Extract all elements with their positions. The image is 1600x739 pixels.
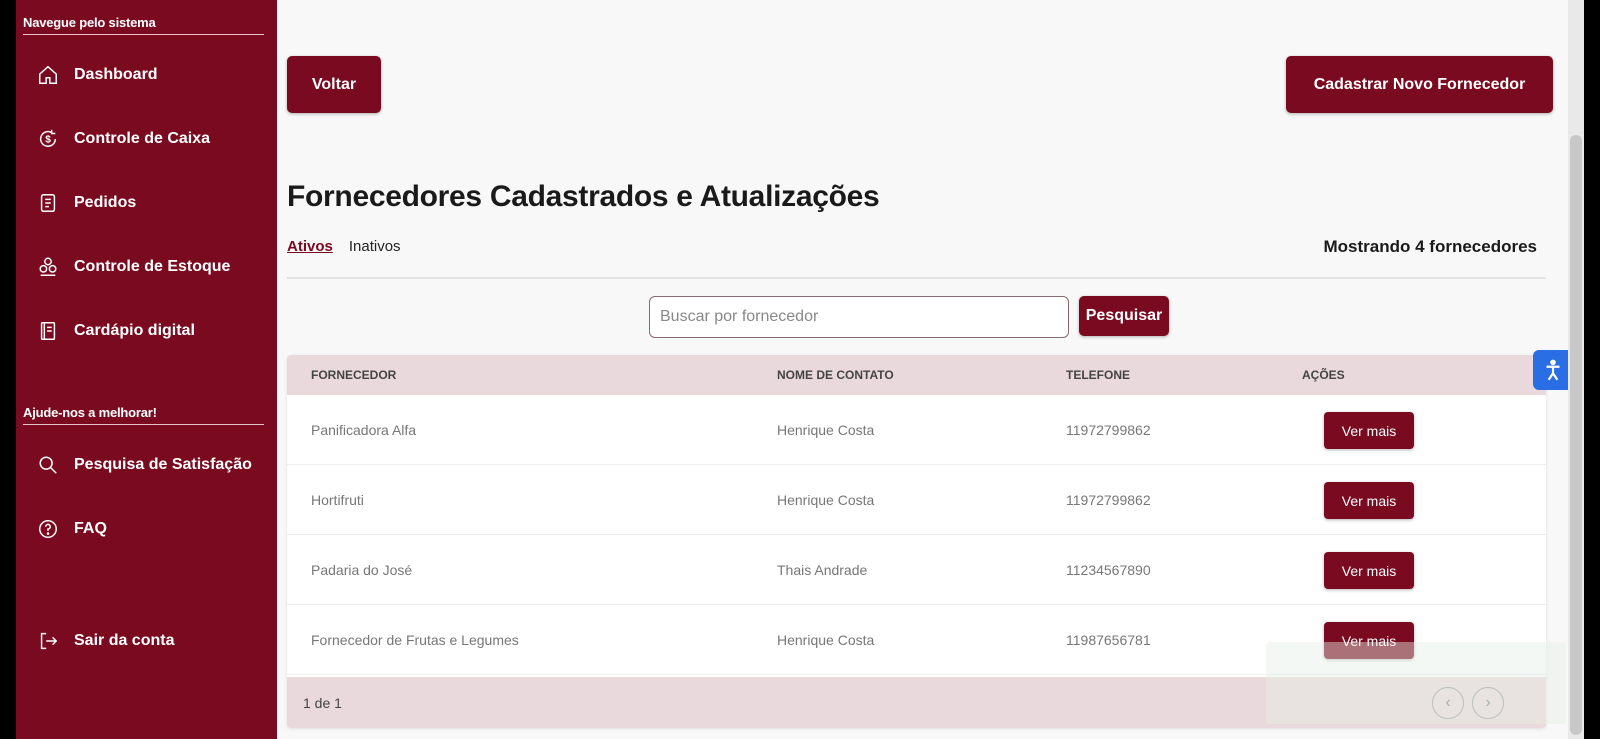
question-icon	[36, 517, 60, 541]
supplier-count: Mostrando 4 fornecedores	[1323, 237, 1538, 256]
phone-number: 11972799862	[1066, 492, 1151, 508]
sidebar-item-faq[interactable]: FAQ	[36, 509, 266, 549]
sidebar-item-label: Controle de Caixa	[74, 130, 211, 147]
phone-number: 11972799862	[1066, 422, 1151, 438]
svg-text:$: $	[45, 135, 51, 146]
toast-notification	[1266, 642, 1566, 724]
sidebar-divider	[23, 34, 264, 35]
sidebar-item-cardapio-digital[interactable]: Cardápio digital	[36, 311, 266, 351]
app-frame: Navegue pelo sistema Dashboard $ Control…	[16, 0, 1584, 739]
sidebar-item-label: FAQ	[74, 520, 107, 537]
search-icon	[36, 453, 60, 477]
tabs-divider	[287, 277, 1546, 279]
sidebar-item-label: Dashboard	[74, 66, 158, 83]
view-more-button[interactable]: Ver mais	[1324, 552, 1414, 589]
search-input[interactable]	[649, 296, 1069, 338]
menu-book-icon	[36, 319, 60, 343]
supplier-name: Hortifruti	[311, 492, 364, 508]
logout-label: Sair da conta	[74, 632, 175, 649]
scrollbar[interactable]	[1568, 0, 1584, 739]
sidebar-section-title: Navegue pelo sistema	[23, 15, 156, 30]
logout-button[interactable]: Sair da conta	[36, 621, 266, 661]
table-row: Panificadora Alfa Henrique Costa 1197279…	[287, 395, 1546, 465]
sidebar-item-pedidos[interactable]: Pedidos	[36, 183, 266, 223]
sidebar-item-controle-de-caixa[interactable]: $ Controle de Caixa	[36, 119, 266, 159]
phone-number: 11234567890	[1066, 562, 1151, 578]
logout-icon	[36, 629, 60, 653]
sidebar-item-dashboard[interactable]: Dashboard	[36, 55, 266, 95]
table-row: Hortifruti Henrique Costa 11972799862 Ve…	[287, 465, 1546, 535]
column-header-fornecedor: FORNECEDOR	[311, 368, 397, 382]
sidebar: Navegue pelo sistema Dashboard $ Control…	[16, 0, 277, 739]
contact-name: Henrique Costa	[777, 492, 875, 508]
new-supplier-button[interactable]: Cadastrar Novo Fornecedor	[1286, 56, 1553, 113]
back-button[interactable]: Voltar	[287, 56, 381, 113]
receipt-icon	[36, 191, 60, 215]
money-cycle-icon: $	[36, 127, 60, 151]
column-header-contato: NOME DE CONTATO	[777, 368, 894, 382]
column-header-acoes: AÇÕES	[1302, 368, 1345, 382]
column-header-telefone: TELEFONE	[1066, 368, 1131, 382]
tab-ativos[interactable]: Ativos	[287, 238, 333, 255]
tab-inativos[interactable]: Inativos	[349, 238, 401, 255]
table-header: FORNECEDOR NOME DE CONTATO TELEFONE AÇÕE…	[287, 355, 1546, 395]
page-title: Fornecedores Cadastrados e Atualizações	[287, 180, 880, 213]
contact-name: Thais Andrade	[777, 562, 868, 578]
supplier-name: Panificadora Alfa	[311, 422, 417, 438]
sidebar-item-label: Cardápio digital	[74, 322, 195, 339]
contact-name: Henrique Costa	[777, 422, 875, 438]
home-icon	[36, 63, 60, 87]
supplier-name: Fornecedor de Frutas e Legumes	[311, 632, 519, 648]
pagination-text: 1 de 1	[303, 695, 342, 711]
accessibility-icon	[1546, 359, 1560, 381]
view-more-button[interactable]: Ver mais	[1324, 482, 1414, 519]
sidebar-item-label: Pedidos	[74, 194, 137, 211]
sidebar-item-label: Controle de Estoque	[74, 258, 231, 275]
sidebar-item-controle-de-estoque[interactable]: Controle de Estoque	[36, 247, 266, 287]
main-content: Voltar Cadastrar Novo Fornecedor Fornece…	[277, 0, 1584, 739]
view-more-button[interactable]: Ver mais	[1324, 412, 1414, 449]
contact-name: Henrique Costa	[777, 632, 875, 648]
phone-number: 11987656781	[1066, 632, 1151, 648]
search-button[interactable]: Pesquisar	[1079, 296, 1169, 336]
sidebar-section-title: Ajude-nos a melhorar!	[23, 405, 157, 420]
boxes-icon	[36, 255, 60, 279]
supplier-name: Padaria do José	[311, 562, 413, 578]
scrollbar-thumb[interactable]	[1570, 135, 1582, 735]
status-tabs: Ativos Inativos	[287, 238, 401, 255]
table-row: Padaria do José Thais Andrade 1123456789…	[287, 535, 1546, 605]
accessibility-button[interactable]	[1533, 350, 1573, 390]
sidebar-item-label: Pesquisa de Satisfação	[74, 456, 252, 473]
sidebar-item-pesquisa-de-satisfacao[interactable]: Pesquisa de Satisfação	[36, 445, 266, 485]
sidebar-divider	[23, 424, 264, 425]
